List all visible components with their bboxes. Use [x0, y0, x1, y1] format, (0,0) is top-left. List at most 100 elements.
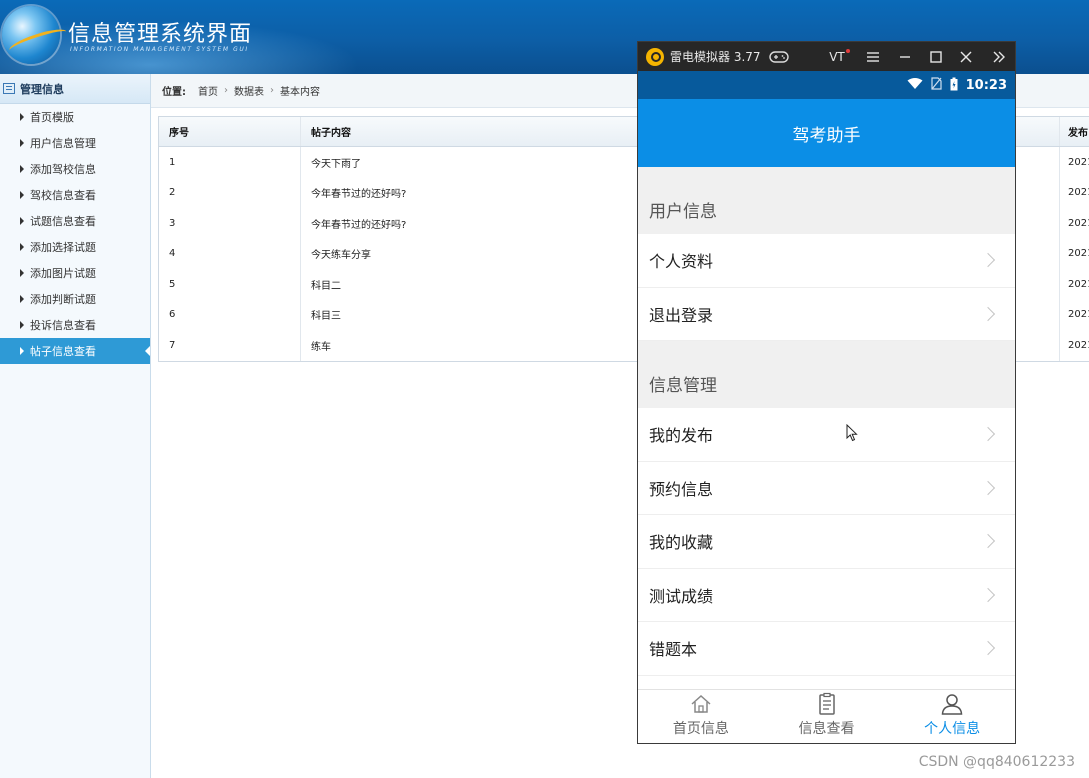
sidebar-item-label: 帖子信息查看: [30, 345, 96, 358]
menu-item-test-scores[interactable]: 测试成绩: [638, 568, 1015, 622]
caret-right-icon: [20, 191, 24, 199]
cell-content: 练车: [311, 341, 331, 353]
breadcrumb-item-table[interactable]: 数据表: [234, 83, 264, 98]
emulator-logo-icon: [646, 47, 664, 66]
emulator-titlebar[interactable]: 雷电模拟器 3.77 VT: [638, 42, 1015, 71]
tab-label: 个人信息: [924, 721, 981, 737]
expand-sidebar-icon[interactable]: [986, 42, 1012, 71]
column-header-date: 发布: [1059, 117, 1089, 146]
sidebar-item-add-image-question[interactable]: 添加图片试题: [0, 260, 150, 286]
sidebar-item-label: 驾校信息查看: [30, 189, 96, 202]
breadcrumb-item-home[interactable]: 首页: [198, 83, 218, 98]
sidebar-item-add-judge-question[interactable]: 添加判断试题: [0, 286, 150, 312]
system-title: 信息管理系统界面: [68, 22, 253, 47]
sidebar: 管理信息 首页模版 用户信息管理 添加驾校信息 驾校信息查看 试题信息查看 添加…: [0, 74, 151, 778]
csdn-watermark: CSDN @qq840612233: [918, 754, 1075, 770]
no-sim-icon: [931, 77, 942, 93]
cell-date: 2021: [1059, 208, 1089, 239]
mouse-pointer-icon: [846, 423, 858, 445]
tab-personal-info[interactable]: 个人信息: [889, 690, 1015, 743]
section-heading-label: 信息管理: [649, 376, 717, 396]
menu-item-partially-hidden[interactable]: [638, 675, 1015, 690]
chevron-right-icon: [980, 253, 996, 268]
maximize-icon[interactable]: [923, 42, 949, 71]
menu-icon[interactable]: [860, 42, 886, 71]
cell-no: 4: [159, 238, 301, 269]
chevron-right-icon: [980, 306, 996, 321]
caret-right-icon: [20, 321, 24, 329]
sidebar-item-label: 投诉信息查看: [30, 319, 96, 332]
wifi-icon: [907, 77, 923, 93]
sidebar-item-add-school[interactable]: 添加驾校信息: [0, 156, 150, 182]
cell-no: 7: [159, 330, 301, 361]
cell-date: 2021: [1059, 269, 1089, 300]
cell-content: 科目三: [311, 311, 341, 323]
status-time: 10:23: [965, 77, 1007, 93]
tab-label: 首页信息: [672, 721, 729, 737]
menu-item-label: 退出登录: [649, 305, 714, 325]
menu-item-favorites[interactable]: 我的收藏: [638, 515, 1015, 569]
home-icon: [689, 692, 713, 716]
caret-right-icon: [20, 243, 24, 251]
menu-item-my-posts[interactable]: 我的发布: [638, 408, 1015, 462]
cell-no: 6: [159, 299, 301, 330]
sidebar-item-label: 添加驾校信息: [30, 163, 96, 176]
list-icon: [3, 83, 15, 94]
breadcrumb-separator: ›: [270, 85, 274, 96]
menu-item-wrong-questions[interactable]: 错题本: [638, 622, 1015, 676]
tab-info-view[interactable]: 信息查看: [764, 690, 890, 743]
cell-content: 科目二: [311, 280, 341, 292]
emulator-title: 雷电模拟器 3.77: [670, 50, 761, 64]
profile-menu[interactable]: 用户信息 个人资料 退出登录 信息管理 我的发布 预约信息 我的收藏 测试成绩 …: [638, 167, 1015, 690]
sidebar-item-label: 添加选择试题: [30, 241, 96, 254]
close-icon[interactable]: [953, 42, 979, 71]
chevron-right-icon: [980, 480, 996, 495]
app-title-bar: 驾考助手: [638, 99, 1015, 167]
vt-alert-dot: [846, 49, 850, 53]
sidebar-item-view-posts[interactable]: 帖子信息查看: [0, 338, 150, 364]
menu-item-logout[interactable]: 退出登录: [638, 287, 1015, 341]
cell-no: 5: [159, 269, 301, 300]
cell-date: 2021: [1059, 177, 1089, 208]
vt-indicator[interactable]: VT: [824, 42, 850, 71]
chevron-right-icon: [980, 587, 996, 602]
menu-item-label: 个人资料: [649, 252, 714, 272]
gamepad-icon[interactable]: [768, 50, 789, 64]
sidebar-item-label: 首页模版: [30, 111, 74, 124]
sidebar-item-user-management[interactable]: 用户信息管理: [0, 130, 150, 156]
chevron-right-icon: [980, 427, 996, 442]
desktop: 信息管理系统界面 INFORMATION MANAGEMENT SYSTEM G…: [0, 0, 1089, 778]
cell-date: 2021: [1059, 330, 1089, 361]
column-header-content: 帖子内容: [311, 128, 351, 139]
menu-item-appointments[interactable]: 预约信息: [638, 461, 1015, 515]
menu-item-label: 我的收藏: [649, 533, 714, 553]
sidebar-heading[interactable]: 管理信息: [0, 74, 150, 104]
tab-label: 信息查看: [798, 721, 855, 737]
caret-right-icon: [20, 139, 24, 147]
minimize-icon[interactable]: [892, 42, 918, 71]
sidebar-item-view-questions[interactable]: 试题信息查看: [0, 208, 150, 234]
sidebar-item-view-school[interactable]: 驾校信息查看: [0, 182, 150, 208]
cell-content: 今天下雨了: [311, 158, 361, 170]
menu-item-label: 我的发布: [649, 426, 714, 446]
person-icon: [940, 692, 964, 716]
caret-right-icon: [20, 269, 24, 277]
cell-no: 2: [159, 177, 301, 208]
sidebar-item-view-complaints[interactable]: 投诉信息查看: [0, 312, 150, 338]
sidebar-item-label: 添加判断试题: [30, 293, 96, 306]
tab-home-info[interactable]: 首页信息: [638, 690, 764, 743]
menu-item-label: 错题本: [649, 640, 698, 660]
sidebar-item-add-choice-question[interactable]: 添加选择试题: [0, 234, 150, 260]
cell-content: 今年春节过的还好吗?: [311, 189, 407, 201]
cell-date: 2021: [1059, 299, 1089, 330]
section-heading-label: 用户信息: [649, 202, 717, 222]
cell-no: 3: [159, 208, 301, 239]
cell-date: 2021: [1059, 238, 1089, 269]
sidebar-heading-label: 管理信息: [20, 82, 64, 96]
cell-no: 1: [159, 147, 301, 178]
cell-content: 今年春节过的还好吗?: [311, 219, 407, 231]
sidebar-item-home-template[interactable]: 首页模版: [0, 104, 150, 130]
menu-item-personal-profile[interactable]: 个人资料: [638, 234, 1015, 288]
document-icon: [815, 692, 839, 716]
chevron-right-icon: [980, 534, 996, 549]
